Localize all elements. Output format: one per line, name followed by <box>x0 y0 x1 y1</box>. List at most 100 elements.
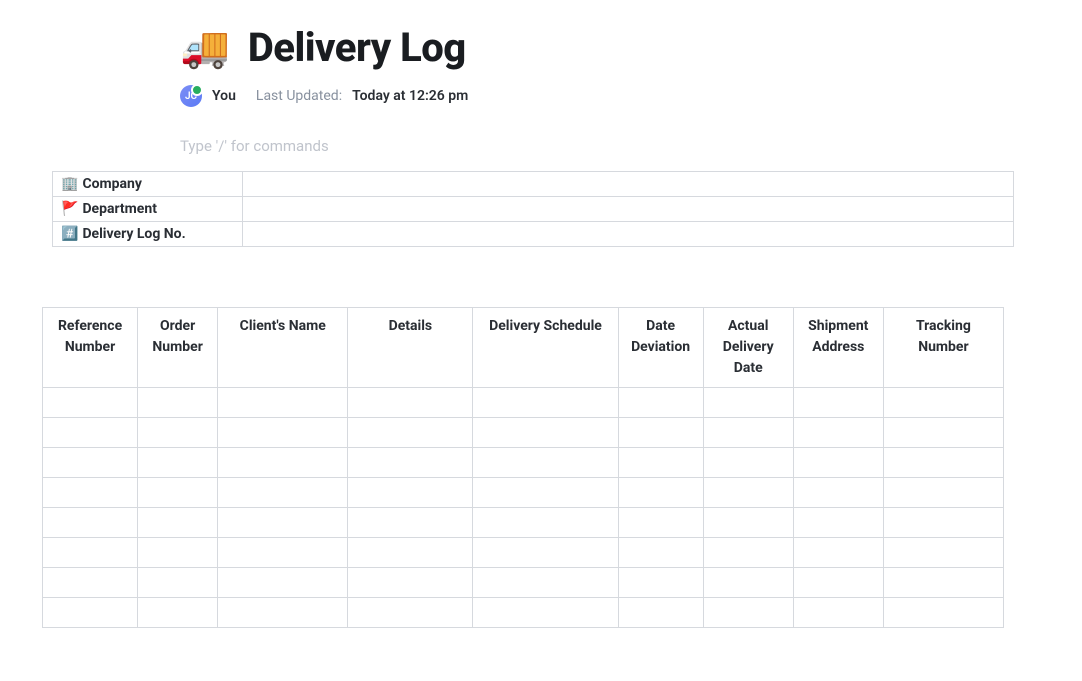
table-row <box>43 568 1004 598</box>
table-cell[interactable] <box>43 418 138 448</box>
table-cell[interactable] <box>218 598 348 628</box>
column-header[interactable]: Date Deviation <box>618 308 703 388</box>
table-cell[interactable] <box>883 448 1003 478</box>
table-cell[interactable] <box>473 388 618 418</box>
table-cell[interactable] <box>473 478 618 508</box>
table-cell[interactable] <box>138 598 218 628</box>
table-cell[interactable] <box>473 538 618 568</box>
column-header[interactable]: Actual Delivery Date <box>703 308 793 388</box>
table-cell[interactable] <box>703 538 793 568</box>
table-cell[interactable] <box>618 448 703 478</box>
table-cell[interactable] <box>348 568 473 598</box>
table-cell[interactable] <box>883 568 1003 598</box>
table-cell[interactable] <box>138 508 218 538</box>
table-cell[interactable] <box>348 598 473 628</box>
table-cell[interactable] <box>218 418 348 448</box>
commands-input[interactable]: Type '/' for commands <box>180 137 1022 155</box>
table-cell[interactable] <box>618 418 703 448</box>
table-cell[interactable] <box>793 538 883 568</box>
avatar[interactable]: JC <box>180 85 202 107</box>
table-cell[interactable] <box>793 418 883 448</box>
table-cell[interactable] <box>473 448 618 478</box>
table-cell[interactable] <box>43 538 138 568</box>
table-cell[interactable] <box>43 508 138 538</box>
table-cell[interactable] <box>703 508 793 538</box>
info-table-row: 🏢Company <box>53 172 1014 197</box>
table-cell[interactable] <box>703 568 793 598</box>
table-cell[interactable] <box>793 478 883 508</box>
table-cell[interactable] <box>43 478 138 508</box>
info-value-cell[interactable] <box>243 197 1014 222</box>
table-cell[interactable] <box>618 598 703 628</box>
info-table: 🏢Company🚩Department#️⃣Delivery Log No. <box>52 171 1014 247</box>
table-cell[interactable] <box>218 538 348 568</box>
page-title[interactable]: Delivery Log <box>248 24 466 71</box>
table-cell[interactable] <box>883 478 1003 508</box>
table-cell[interactable] <box>703 448 793 478</box>
info-label-text: Department <box>82 201 157 217</box>
table-cell[interactable] <box>703 418 793 448</box>
last-updated-value: Today at 12:26 pm <box>352 88 468 104</box>
table-cell[interactable] <box>218 448 348 478</box>
info-table-row: #️⃣Delivery Log No. <box>53 222 1014 247</box>
info-value-cell[interactable] <box>243 222 1014 247</box>
table-cell[interactable] <box>218 508 348 538</box>
table-cell[interactable] <box>618 538 703 568</box>
column-header[interactable]: Shipment Address <box>793 308 883 388</box>
table-cell[interactable] <box>138 538 218 568</box>
table-cell[interactable] <box>348 418 473 448</box>
document-page: 🚚 Delivery Log JC You Last Updated: Toda… <box>0 0 1082 628</box>
table-row <box>43 508 1004 538</box>
table-cell[interactable] <box>43 388 138 418</box>
truck-icon[interactable]: 🚚 <box>180 28 230 68</box>
info-label-cell[interactable]: 🏢Company <box>53 172 243 197</box>
table-cell[interactable] <box>883 598 1003 628</box>
table-cell[interactable] <box>883 508 1003 538</box>
table-cell[interactable] <box>138 478 218 508</box>
table-cell[interactable] <box>43 568 138 598</box>
table-cell[interactable] <box>883 538 1003 568</box>
table-cell[interactable] <box>883 418 1003 448</box>
table-cell[interactable] <box>618 568 703 598</box>
table-cell[interactable] <box>618 478 703 508</box>
table-cell[interactable] <box>703 478 793 508</box>
table-cell[interactable] <box>473 598 618 628</box>
table-cell[interactable] <box>138 418 218 448</box>
column-header[interactable]: Reference Number <box>43 308 138 388</box>
table-cell[interactable] <box>348 538 473 568</box>
table-cell[interactable] <box>793 388 883 418</box>
table-cell[interactable] <box>473 418 618 448</box>
column-header[interactable]: Tracking Number <box>883 308 1003 388</box>
column-header[interactable]: Details <box>348 308 473 388</box>
table-cell[interactable] <box>138 448 218 478</box>
table-cell[interactable] <box>43 598 138 628</box>
column-header[interactable]: Order Number <box>138 308 218 388</box>
table-cell[interactable] <box>618 508 703 538</box>
column-header[interactable]: Client's Name <box>218 308 348 388</box>
table-cell[interactable] <box>703 388 793 418</box>
info-label-cell[interactable]: #️⃣Delivery Log No. <box>53 222 243 247</box>
table-cell[interactable] <box>348 508 473 538</box>
info-label-cell[interactable]: 🚩Department <box>53 197 243 222</box>
column-header[interactable]: Delivery Schedule <box>473 308 618 388</box>
table-cell[interactable] <box>793 598 883 628</box>
table-row <box>43 478 1004 508</box>
table-cell[interactable] <box>138 568 218 598</box>
table-cell[interactable] <box>218 388 348 418</box>
table-cell[interactable] <box>43 448 138 478</box>
info-value-cell[interactable] <box>243 172 1014 197</box>
table-cell[interactable] <box>348 478 473 508</box>
table-cell[interactable] <box>348 388 473 418</box>
table-cell[interactable] <box>793 568 883 598</box>
table-cell[interactable] <box>473 568 618 598</box>
table-cell[interactable] <box>348 448 473 478</box>
table-cell[interactable] <box>883 388 1003 418</box>
table-cell[interactable] <box>138 388 218 418</box>
table-cell[interactable] <box>793 448 883 478</box>
table-cell[interactable] <box>793 508 883 538</box>
table-cell[interactable] <box>473 508 618 538</box>
table-cell[interactable] <box>703 598 793 628</box>
table-cell[interactable] <box>218 568 348 598</box>
table-cell[interactable] <box>618 388 703 418</box>
table-cell[interactable] <box>218 478 348 508</box>
